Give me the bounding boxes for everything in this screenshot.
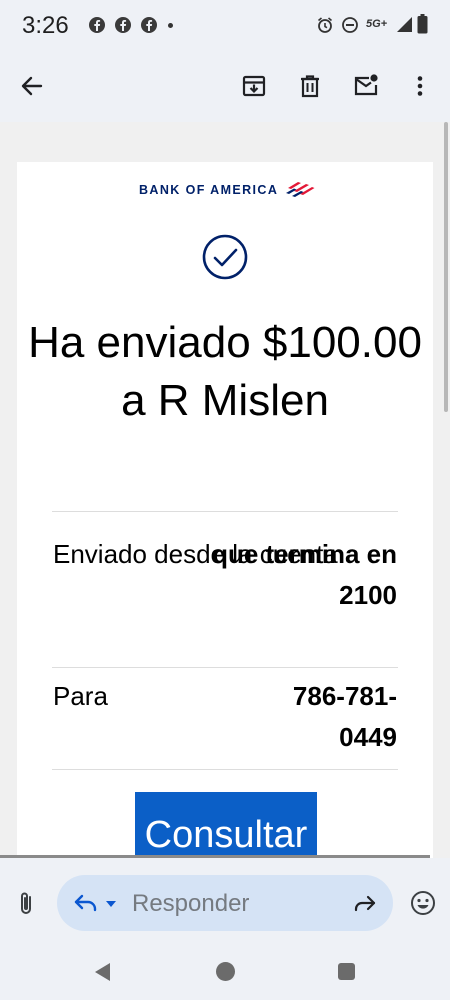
back-arrow-icon[interactable] <box>18 72 46 100</box>
app-bar <box>0 52 450 120</box>
status-time: 3:26 <box>22 12 69 39</box>
nav-back-icon[interactable] <box>93 962 111 982</box>
transfer-headline: Ha enviado $100.00 a R Mislen <box>28 318 422 425</box>
attachment-icon[interactable] <box>16 891 38 917</box>
mark-unread-icon[interactable] <box>352 72 380 100</box>
consult-button[interactable]: Consultar <box>135 792 317 858</box>
recipient-label: Para <box>53 681 108 711</box>
reply-input[interactable]: Responder <box>57 875 393 931</box>
recipient-value: 786-781-0449 <box>292 681 397 752</box>
divider <box>52 769 398 770</box>
email-card: BANK OF AMERICA Ha enviado $100.00 a R M… <box>17 162 433 858</box>
nav-recents-icon[interactable] <box>338 963 355 980</box>
network-label: 5G+ <box>366 18 388 30</box>
sent-from-value: que termina en 2100 <box>212 539 397 610</box>
do-not-disturb-icon <box>342 17 358 33</box>
brand-name: BANK OF AMERICA <box>139 183 279 197</box>
facebook-icon <box>89 17 105 33</box>
scrollbar[interactable] <box>444 122 448 412</box>
email-body[interactable]: BANK OF AMERICA Ha enviado $100.00 a R M… <box>0 122 450 858</box>
boa-flag-icon <box>286 182 315 197</box>
reply-placeholder: Responder <box>132 890 250 917</box>
navigation-bar <box>0 950 450 1000</box>
alarm-icon <box>317 17 333 33</box>
emoji-icon[interactable] <box>410 890 436 916</box>
forward-icon[interactable] <box>353 893 377 913</box>
status-bar: 3:26 5G+ <box>0 0 450 52</box>
divider <box>52 511 398 512</box>
reply-bar: Responder <box>0 858 450 950</box>
signal-icon <box>397 17 412 32</box>
divider <box>52 667 398 668</box>
facebook-icon <box>115 17 131 33</box>
battery-icon <box>417 14 428 34</box>
chevron-down-icon[interactable] <box>105 900 117 908</box>
check-circle-icon <box>202 234 248 280</box>
delete-icon[interactable] <box>296 72 324 100</box>
archive-icon[interactable] <box>240 72 268 100</box>
facebook-icon <box>141 17 157 33</box>
nav-home-icon[interactable] <box>216 962 235 981</box>
more-vert-icon[interactable] <box>406 72 434 100</box>
reply-arrow-icon[interactable] <box>73 892 99 914</box>
more-notifications-dot <box>168 23 173 28</box>
